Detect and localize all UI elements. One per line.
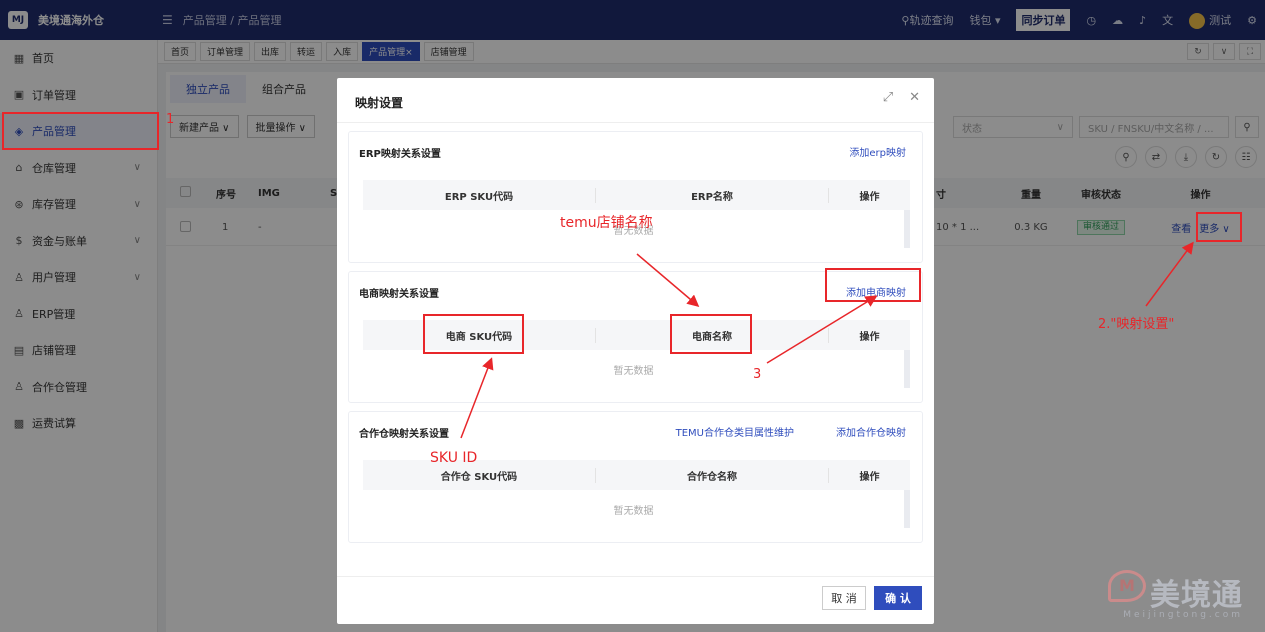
watermark-logo-icon: M [1108,570,1146,602]
watermark-url: Meijingtong.com [1123,610,1243,620]
arrow-step2 [1145,241,1194,307]
watermark-text: 美境通 [1150,578,1243,613]
arrow-step3 [766,295,878,364]
annotation-arrows [460,241,1194,439]
arrow-sku-id [460,357,494,439]
watermark: M 美境通 Meijingtong.com [1108,570,1243,620]
arrow-temu-store [636,253,700,307]
